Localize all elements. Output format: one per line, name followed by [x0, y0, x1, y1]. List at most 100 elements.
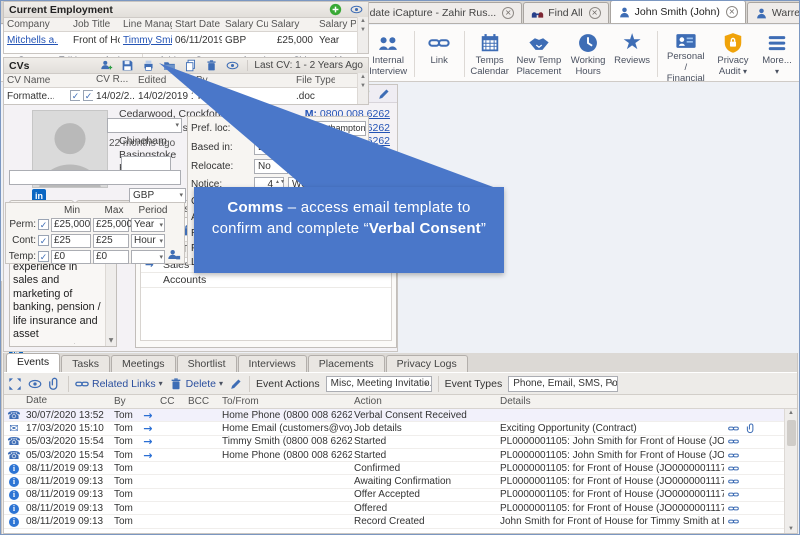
- event-action: Started: [352, 450, 498, 461]
- events-view-icon[interactable]: [28, 377, 42, 391]
- rate-max-input[interactable]: £25,000: [93, 218, 129, 232]
- related-links-button[interactable]: Related Links▾: [75, 377, 163, 391]
- event-direction-icon: →: [138, 422, 158, 435]
- event-type-icon: ☎: [4, 409, 24, 422]
- attribute-row[interactable]: Accounts: [141, 273, 391, 288]
- relocate-select[interactable]: No: [254, 159, 288, 174]
- toolbar-button-working-hours[interactable]: Working Hours: [566, 28, 610, 81]
- cv-view-icon[interactable]: [226, 59, 239, 72]
- event-type-icon: ☎: [4, 435, 24, 448]
- view-employment-icon[interactable]: [350, 3, 363, 16]
- rate-min-input[interactable]: £0: [51, 250, 91, 264]
- event-link-icon[interactable]: [724, 450, 742, 461]
- tab-tasks[interactable]: Tasks: [61, 355, 110, 372]
- toolbar-button-label: New Temp Placement: [516, 56, 561, 78]
- events-table-header[interactable]: Date By CC BCC To/From Action Details: [4, 395, 797, 409]
- toolbar-button-more[interactable]: More... ▾: [755, 28, 799, 81]
- events-attach-icon[interactable]: [48, 377, 62, 391]
- currency-dropdown[interactable]: GBP: [129, 188, 186, 203]
- rate-checkbox[interactable]: ✓: [38, 251, 49, 262]
- tab-meetings[interactable]: Meetings: [111, 355, 176, 372]
- rate-period-select[interactable]: Hour: [131, 234, 165, 248]
- cv-open-icon[interactable]: [163, 59, 176, 72]
- toolbar-button-personal-financial[interactable]: Personal / Financial: [661, 28, 711, 81]
- event-link-icon[interactable]: [724, 463, 742, 474]
- app-tab-find-all[interactable]: Find All×: [523, 2, 608, 23]
- left-dropdown[interactable]: [107, 118, 182, 133]
- rate-checkbox[interactable]: ✓: [38, 219, 49, 230]
- event-attachment-icon[interactable]: [742, 423, 760, 434]
- events-edit-icon[interactable]: [229, 377, 243, 391]
- rate-checkbox[interactable]: ✓: [38, 235, 49, 246]
- toolbar-button-reviews[interactable]: ★Reviews: [610, 28, 654, 81]
- toolbar-button-privacy-audit[interactable]: Privacy Audit ▾: [711, 28, 755, 81]
- cvs-scrollbar[interactable]: ▲▼: [357, 73, 368, 104]
- pref-loc-input[interactable]: Basingstoke, Southampton, Guildford,: [254, 121, 366, 136]
- event-link-icon[interactable]: [724, 489, 742, 500]
- tab-interviews[interactable]: Interviews: [238, 355, 307, 372]
- event-row[interactable]: i08/11/2019 09:13TomOffer AcceptedPL0000…: [4, 489, 784, 502]
- based-in-input[interactable]: Basingstoke: [254, 140, 366, 155]
- left-field-1[interactable]: [121, 156, 171, 171]
- toolbar-button-internal-interview[interactable]: Internal Interview: [365, 28, 410, 81]
- event-row[interactable]: ☎30/07/2020 13:52Tom→Home Phone (0800 00…: [4, 409, 784, 422]
- event-date: 08/11/2019 09:13: [24, 489, 112, 500]
- cv-row[interactable]: Formatte...✓✓14/02/2...14/02/2019 1...To…: [4, 88, 368, 104]
- tab-events[interactable]: Events: [6, 353, 60, 372]
- cv-print-icon[interactable]: [142, 59, 155, 72]
- tab-shortlist[interactable]: Shortlist: [177, 355, 237, 372]
- employment-table-header[interactable]: CompanyJob TitleLine ManagerStart DateSa…: [4, 18, 368, 32]
- event-date: 08/11/2019 09:13: [24, 476, 112, 487]
- app-tab-john-smith-john[interactable]: John Smith (John)×: [610, 0, 746, 23]
- cvs-table-header[interactable]: CV NameCV R... EditedByFile Type: [4, 74, 368, 88]
- events-scrollbar[interactable]: ▲▼: [784, 409, 797, 533]
- event-actions-dropdown[interactable]: Misc, Meeting Invitatio...: [326, 376, 432, 392]
- employment-row[interactable]: Mitchells a...Front of Ho...Timmy Smith0…: [4, 32, 368, 48]
- toolbar-button-new-temp-placement[interactable]: New Temp Placement: [512, 28, 566, 81]
- close-tab-icon[interactable]: ×: [502, 7, 514, 19]
- cv-person-icon[interactable]: [100, 59, 113, 72]
- cv-delete-icon[interactable]: [205, 59, 218, 72]
- event-link-icon[interactable]: [724, 436, 742, 447]
- event-link-icon[interactable]: [724, 503, 742, 514]
- toolbar-button-link[interactable]: Link: [417, 28, 461, 81]
- rate-max-input[interactable]: £25: [93, 234, 129, 248]
- person-add-icon[interactable]: [167, 248, 181, 265]
- tab-placements[interactable]: Placements: [308, 355, 385, 372]
- add-employment-icon[interactable]: [329, 3, 342, 16]
- app-tab-warren-singleton-warren[interactable]: Warren Singleton (Warren)×: [747, 2, 800, 23]
- event-row[interactable]: i08/11/2019 09:13TomOfferedPL0000001105:…: [4, 502, 784, 515]
- rate-period-select[interactable]: [131, 250, 165, 264]
- event-row[interactable]: i08/11/2019 09:13TomConfirmedPL000000110…: [4, 462, 784, 475]
- event-row[interactable]: ☎05/03/2020 15:54Tom→Home Phone (0800 00…: [4, 449, 784, 462]
- close-tab-icon[interactable]: ×: [589, 7, 601, 19]
- rate-min-input[interactable]: £25: [51, 234, 91, 248]
- transport-select[interactable]: ...: [344, 159, 368, 174]
- person-icon: [618, 6, 631, 19]
- event-link-icon[interactable]: [724, 516, 742, 527]
- event-link-icon[interactable]: [724, 423, 742, 434]
- event-link-icon[interactable]: [724, 476, 742, 487]
- cv-save-icon[interactable]: [121, 59, 134, 72]
- tab-label: Warren Singleton (Warren): [772, 7, 800, 19]
- rate-period-select[interactable]: Year: [131, 218, 165, 232]
- event-types-dropdown[interactable]: Phone, Email, SMS, Po...: [508, 376, 618, 392]
- event-row[interactable]: ☎05/03/2020 15:54Tom→Timmy Smith (0800 0…: [4, 436, 784, 449]
- event-row[interactable]: ✉17/03/2020 15:10Tom→Home Email (custome…: [4, 422, 784, 435]
- event-row[interactable]: i08/11/2019 09:13TomRecord CreatedJohn S…: [4, 515, 784, 528]
- event-row[interactable]: i08/11/2019 09:13TomAwaiting Confirmatio…: [4, 475, 784, 488]
- delete-button[interactable]: Delete▾: [169, 377, 223, 391]
- close-tab-icon[interactable]: ×: [726, 6, 738, 18]
- tab-privacy-logs[interactable]: Privacy Logs: [386, 355, 468, 372]
- expand-icon[interactable]: [8, 377, 22, 391]
- employment-scrollbar[interactable]: ▲▼: [357, 17, 368, 53]
- cv-copy-icon[interactable]: [184, 59, 197, 72]
- rate-max-input[interactable]: £0: [93, 250, 129, 264]
- event-type-icon: i: [4, 476, 24, 487]
- toolbar-button-temps-calendar[interactable]: Temps Calendar: [468, 28, 512, 81]
- left-field-2[interactable]: [9, 170, 181, 185]
- edit-icon[interactable]: [377, 87, 391, 101]
- event-actions-label: Event Actions: [256, 378, 320, 390]
- rates-col-min: Min: [50, 205, 94, 216]
- rate-min-input[interactable]: £25,000: [51, 218, 91, 232]
